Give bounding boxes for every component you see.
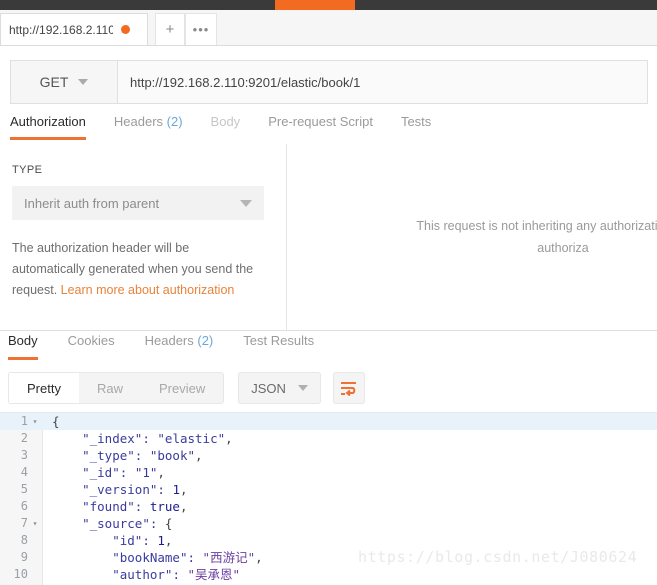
code-text: "id": 1,: [112, 533, 173, 548]
code-text: "_source": {: [82, 516, 173, 531]
tab-body[interactable]: Body: [211, 112, 241, 140]
request-tabstrip: http://192.168.2.110:9 + •••: [0, 10, 657, 46]
line-number: 1: [20, 414, 28, 428]
response-view-toolbar: Pretty Raw Preview JSON: [0, 364, 657, 412]
tab-response-headers-count: (2): [197, 333, 214, 348]
response-view-mode-group: Pretty Raw Preview: [8, 372, 225, 404]
code-text: "author": "吴承恩": [112, 567, 241, 582]
auth-preview-message: This request is not inheriting any autho…: [416, 215, 657, 259]
unsaved-changes-dot[interactable]: [121, 25, 130, 34]
response-format-value: JSON: [251, 380, 286, 396]
code-line: 8 "id": 1,: [0, 532, 657, 549]
tab-pre-request-script-label: Pre-request Script: [268, 114, 373, 129]
request-tab-label: http://192.168.2.110:9: [9, 22, 113, 37]
code-line: 10 "author": "吴承恩": [0, 566, 657, 583]
window-titlebar: [0, 0, 657, 10]
tab-response-body-label: Body: [8, 333, 38, 348]
tab-headers-label: Headers: [113, 114, 164, 129]
tab-test-results-label: Test Results: [243, 333, 315, 348]
chevron-down-icon: [240, 199, 252, 207]
code-text: "_id": "1",: [82, 465, 165, 480]
line-number: 9: [20, 550, 28, 564]
learn-more-link[interactable]: Learn more about authorization: [61, 283, 235, 297]
response-body-editor[interactable]: 1 ▾{2 "_index": "elastic", 3 "_type": "boo…: [0, 412, 657, 585]
http-method-selector[interactable]: GET: [11, 61, 118, 103]
authorization-settings: TYPE Inherit auth from parent The author…: [0, 144, 287, 330]
tab-headers-count: (2): [166, 114, 183, 129]
code-line: 1 ▾ {: [0, 413, 657, 430]
tab-options-button[interactable]: •••: [185, 13, 217, 45]
code-line: 2 "_index": "elastic",: [0, 430, 657, 447]
tab-authorization-label: Authorization: [10, 114, 86, 129]
fold-toggle-icon[interactable]: ▾: [28, 413, 42, 430]
tab-cookies[interactable]: Cookies: [68, 331, 115, 360]
tab-cookies-label: Cookies: [67, 333, 115, 348]
authorization-pane: TYPE Inherit auth from parent The author…: [0, 144, 657, 331]
line-number: 2: [20, 431, 28, 445]
auth-preview-line-1: This request is not inheriting any autho…: [416, 219, 657, 233]
active-window-indicator: [275, 0, 355, 10]
tab-authorization[interactable]: Authorization: [10, 112, 86, 140]
postman-window: http://192.168.2.110:9 + ••• GET http://…: [0, 0, 657, 585]
tab-body-label: Body: [210, 114, 241, 129]
code-text: "bookName": "西游记",: [112, 550, 263, 565]
request-url-bar: GET http://192.168.2.110:9201/elastic/bo…: [10, 60, 648, 104]
view-mode-pretty[interactable]: Pretty: [9, 373, 79, 403]
line-number: 5: [20, 482, 28, 496]
auth-type-label: TYPE: [12, 164, 43, 176]
view-mode-raw[interactable]: Raw: [79, 373, 141, 403]
line-number: 10: [13, 567, 28, 581]
http-method-label: GET: [39, 74, 69, 90]
auth-type-value: Inherit auth from parent: [24, 195, 160, 211]
code-text: {: [52, 414, 60, 429]
code-line: 6 "found": true,: [0, 498, 657, 515]
authorization-preview: This request is not inheriting any autho…: [288, 144, 657, 330]
url-input[interactable]: http://192.168.2.110:9201/elastic/book/1: [118, 61, 647, 103]
tab-test-results[interactable]: Test Results: [243, 331, 314, 360]
tab-tests[interactable]: Tests: [401, 112, 431, 140]
url-text: http://192.168.2.110:9201/elastic/book/1: [130, 74, 361, 90]
new-tab-button[interactable]: +: [155, 13, 185, 45]
response-format-select[interactable]: JSON: [238, 372, 321, 404]
auth-type-select[interactable]: Inherit auth from parent: [12, 186, 264, 220]
tab-response-headers-label: Headers: [144, 333, 194, 348]
chevron-down-icon: [78, 79, 89, 85]
tab-response-headers[interactable]: Headers (2): [145, 331, 214, 360]
tab-pre-request-script[interactable]: Pre-request Script: [268, 112, 373, 140]
line-number: 4: [20, 465, 28, 479]
fold-toggle-icon[interactable]: ▾: [28, 515, 42, 532]
code-line: 9 "bookName": "西游记",: [0, 549, 657, 566]
code-text: "_index": "elastic",: [82, 431, 233, 446]
code-text: "_version": 1,: [82, 482, 188, 497]
line-number: 8: [20, 533, 28, 547]
code-line: 4 "_id": "1",: [0, 464, 657, 481]
code-line: 3 "_type": "book",: [0, 447, 657, 464]
line-number: 3: [20, 448, 28, 462]
view-mode-preview[interactable]: Preview: [141, 373, 223, 403]
tab-headers[interactable]: Headers (2): [114, 112, 183, 140]
request-section-tabs: Authorization Headers (2) Body Pre-reque…: [0, 112, 657, 145]
line-number: 6: [20, 499, 28, 513]
code-text: "found": true,: [82, 499, 188, 514]
wrap-lines-button[interactable]: [332, 372, 365, 404]
request-tab-active[interactable]: http://192.168.2.110:9: [0, 13, 148, 45]
response-section-tabs: Body Cookies Headers (2) Test Results: [0, 331, 657, 365]
tab-tests-label: Tests: [400, 114, 432, 129]
tab-response-body[interactable]: Body: [8, 331, 38, 360]
code-text: "_type": "book",: [82, 448, 203, 463]
wrap-lines-icon: [341, 381, 357, 396]
code-lines: 1 ▾{2 "_index": "elastic", 3 "_type": "boo…: [0, 413, 657, 585]
auth-help-text: The authorization header will be automat…: [12, 238, 264, 301]
auth-preview-line-2: authoriza: [537, 241, 589, 255]
line-number: 7: [20, 516, 28, 530]
chevron-down-icon: [297, 385, 308, 391]
code-line: 7 ▾ "_source": {: [0, 515, 657, 532]
code-line: 5 "_version": 1,: [0, 481, 657, 498]
